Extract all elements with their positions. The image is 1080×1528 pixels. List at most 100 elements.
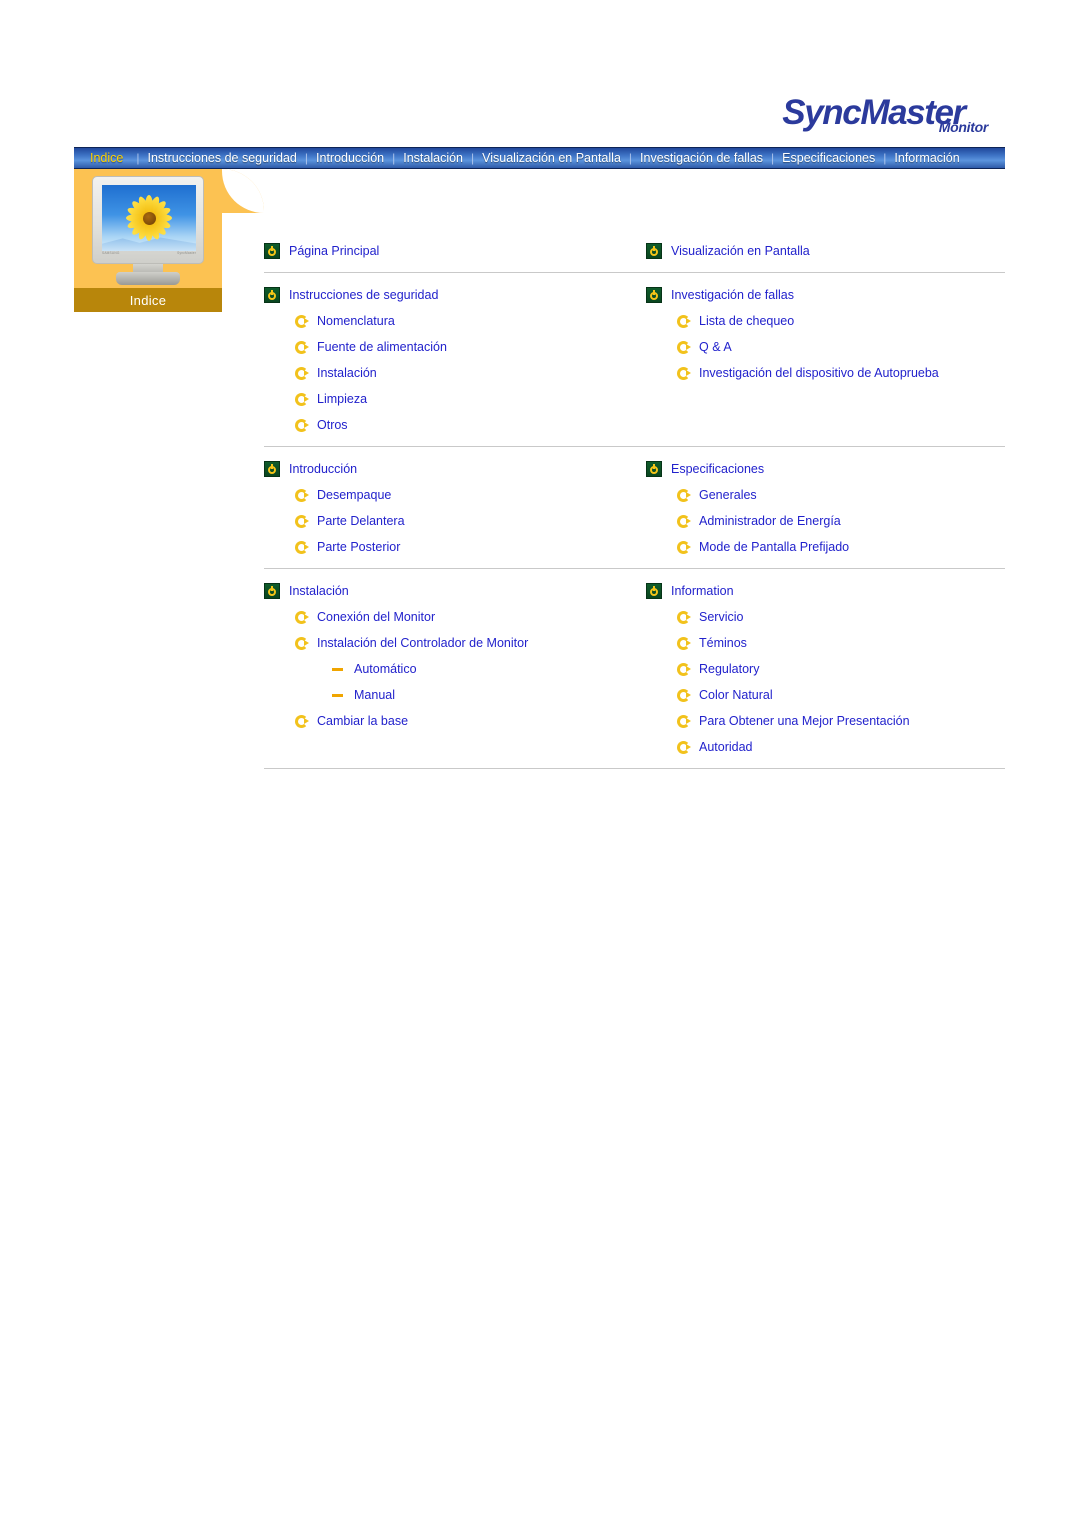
index-column-left: Instalación Conexión del Monitor Instalaci… [264, 578, 646, 760]
index-link-instalaci-n-del-controlador-de-monitor[interactable]: Instalación del Controlador de Monitor [264, 630, 646, 656]
monitor-brand-mark: SAMSUNG [102, 251, 120, 255]
index-link-nomenclatura[interactable]: Nomenclatura [264, 308, 646, 334]
index-link-desempaque[interactable]: Desempaque [264, 482, 646, 508]
index-link-p-gina-principal[interactable]: Página Principal [264, 238, 646, 264]
index-link-introducci-n[interactable]: Introducción [264, 456, 646, 482]
circle-arrow-icon [295, 636, 309, 650]
section-divider [264, 768, 1005, 769]
index-link-label: Para Obtener una Mejor Presentación [699, 714, 910, 728]
circle-arrow-icon [295, 392, 309, 406]
circle-arrow-icon [677, 610, 691, 624]
index-link-autom-tico[interactable]: Automático [264, 656, 646, 682]
main-navigation: Indice | Instrucciones de seguridad | Introd… [74, 147, 1005, 169]
index-link-label: Investigación del dispositivo de Autopru… [699, 366, 939, 380]
index-link-investigaci-n-de-fallas[interactable]: Investigación de fallas [646, 282, 1005, 308]
index-group: Página Principal Visualización en Pantall… [264, 238, 1005, 264]
divider-line [264, 272, 1005, 273]
nav-separator: | [628, 151, 633, 165]
index-link-lista-de-chequeo[interactable]: Lista de chequeo [646, 308, 1005, 334]
nav-item-especificaciones[interactable]: Especificaciones [774, 151, 883, 165]
index-link-generales[interactable]: Generales [646, 482, 1005, 508]
index-link-t-minos[interactable]: Téminos [646, 630, 1005, 656]
monitor-bezel: SAMSUNG SyncMaster [92, 176, 204, 264]
nav-item-visualizaci-n-en-pantalla[interactable]: Visualización en Pantalla [474, 151, 629, 165]
index-link-otros[interactable]: Otros [264, 412, 646, 438]
nav-item-informaci-n[interactable]: Información [886, 151, 967, 165]
index-link-manual[interactable]: Manual [264, 682, 646, 708]
index-column-left: Instrucciones de seguridad Nomenclatura Fu… [264, 282, 646, 438]
index-link-administrador-de-energ-a[interactable]: Administrador de Energía [646, 508, 1005, 534]
sunflower-icon [126, 195, 172, 241]
index-group: Instalación Conexión del Monitor Instalaci… [264, 578, 1005, 760]
index-link-fuente-de-alimentaci-n[interactable]: Fuente de alimentación [264, 334, 646, 360]
index-link-investigaci-n-del-dispositivo-de-autoprueba[interactable]: Investigación del dispositivo de Autopru… [646, 360, 1005, 386]
nav-separator: | [471, 151, 475, 165]
circle-arrow-icon [677, 540, 691, 554]
index-link-label: Instalación del Controlador de Monitor [317, 636, 529, 650]
circle-arrow-icon [295, 488, 309, 502]
index-link-label: Parte Posterior [317, 540, 401, 554]
nav-item-introducci-n[interactable]: Introducción [308, 151, 392, 165]
index-link-instalaci-n[interactable]: Instalación [264, 578, 646, 604]
index-link-instalaci-n[interactable]: Instalación [264, 360, 646, 386]
nav-separator: | [136, 151, 140, 165]
nav-item-instalaci-n[interactable]: Instalación [395, 151, 471, 165]
brand-logo: SyncMasterMonitor [0, 95, 1008, 134]
circle-arrow-icon [295, 610, 309, 624]
monitor-screen [102, 185, 196, 251]
index-link-label: Especificaciones [671, 462, 765, 476]
power-icon [264, 287, 280, 303]
index-column-right: Especificaciones Generales Administrador d… [646, 456, 1005, 560]
index-link-label: Automático [354, 662, 417, 676]
index-link-parte-delantera[interactable]: Parte Delantera [264, 508, 646, 534]
index-link-visualizaci-n-en-pantalla[interactable]: Visualización en Pantalla [646, 238, 1005, 264]
brand-subtitle: Monitor [938, 119, 989, 135]
circle-arrow-icon [677, 488, 691, 502]
nav-separator: | [304, 151, 309, 165]
monitor-sunflower-image: SAMSUNG SyncMaster [88, 176, 208, 286]
index-link-label: Limpieza [317, 392, 368, 406]
nav-item-indice[interactable]: Indice [74, 151, 136, 165]
circle-arrow-icon [677, 688, 691, 702]
nav-item-investigaci-n-de-fallas[interactable]: Investigación de fallas [632, 151, 771, 165]
circle-arrow-icon [295, 418, 309, 432]
index-link-q-a[interactable]: Q & A [646, 334, 1005, 360]
sidebar-rounded-corner [222, 169, 264, 213]
index-link-label: Fuente de alimentación [317, 340, 447, 354]
circle-arrow-icon [295, 514, 309, 528]
index-link-mode-de-pantalla-prefijado[interactable]: Mode de Pantalla Prefijado [646, 534, 1005, 560]
sunflower-core [142, 211, 156, 225]
nav-item-instrucciones-de-seguridad[interactable]: Instrucciones de seguridad [139, 151, 304, 165]
index-link-label: Color Natural [699, 688, 773, 702]
index-link-label: Autoridad [699, 740, 753, 754]
divider-line [264, 446, 1005, 447]
index-link-color-natural[interactable]: Color Natural [646, 682, 1005, 708]
nav-separator: | [771, 151, 775, 165]
sidebar-title: Indice [74, 288, 222, 312]
index-link-label: Instalación [317, 366, 377, 380]
index-link-label: Administrador de Energía [699, 514, 841, 528]
section-divider [264, 568, 1005, 569]
index-link-limpieza[interactable]: Limpieza [264, 386, 646, 412]
power-icon [264, 583, 280, 599]
index-link-label: Visualización en Pantalla [671, 244, 810, 258]
circle-arrow-icon [295, 314, 309, 328]
index-group: Instrucciones de seguridad Nomenclatura Fu… [264, 282, 1005, 438]
index-link-para-obtener-una-mejor-presentaci-n[interactable]: Para Obtener una Mejor Presentación [646, 708, 1005, 734]
index-link-parte-posterior[interactable]: Parte Posterior [264, 534, 646, 560]
index-link-servicio[interactable]: Servicio [646, 604, 1005, 630]
circle-arrow-icon [677, 366, 691, 380]
circle-arrow-icon [295, 366, 309, 380]
index-link-information[interactable]: Information [646, 578, 1005, 604]
index-link-especificaciones[interactable]: Especificaciones [646, 456, 1005, 482]
index-link-regulatory[interactable]: Regulatory [646, 656, 1005, 682]
index-column-right: Visualización en Pantalla [646, 238, 1005, 264]
power-icon [646, 243, 662, 259]
index-link-conexi-n-del-monitor[interactable]: Conexión del Monitor [264, 604, 646, 630]
index-link-instrucciones-de-seguridad[interactable]: Instrucciones de seguridad [264, 282, 646, 308]
power-icon [264, 243, 280, 259]
circle-arrow-icon [677, 340, 691, 354]
index-link-cambiar-la-base[interactable]: Cambiar la base [264, 708, 646, 734]
index-link-label: Instalación [289, 584, 349, 598]
index-link-autoridad[interactable]: Autoridad [646, 734, 1005, 760]
